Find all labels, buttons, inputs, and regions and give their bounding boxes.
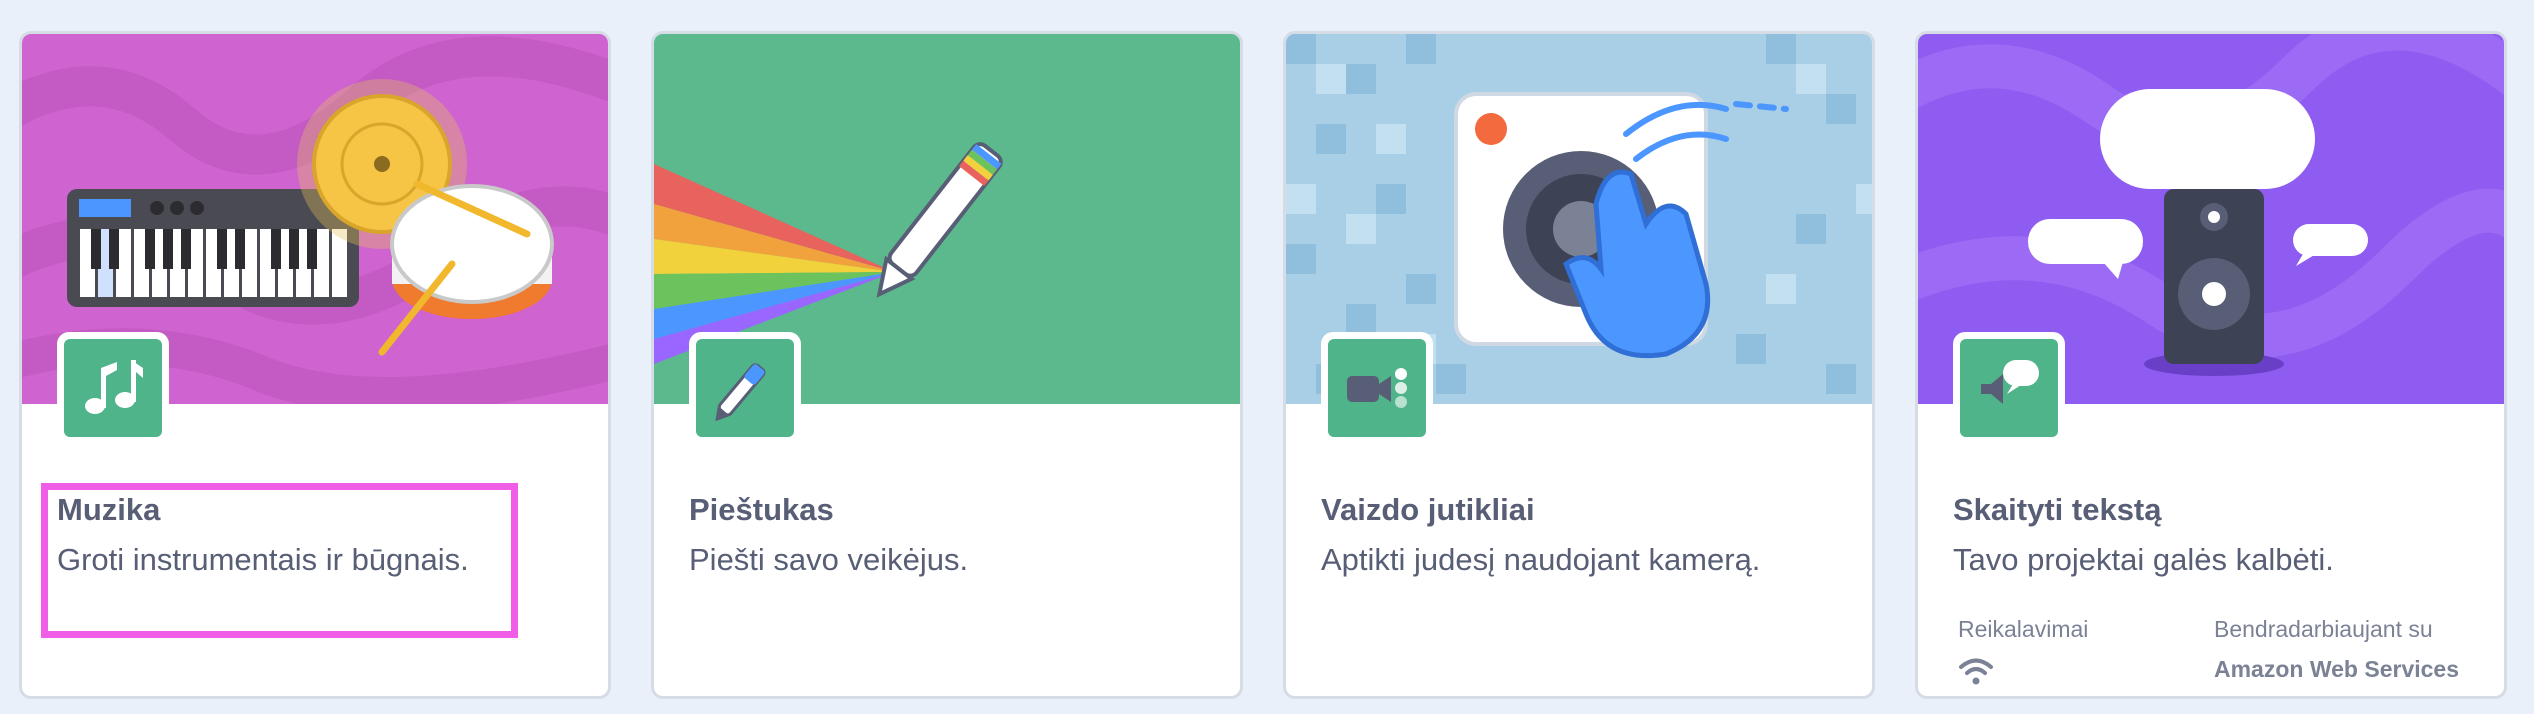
pen-icon	[696, 339, 794, 437]
extension-icon-tile	[689, 332, 801, 444]
extension-title: Skaityti tekstą	[1953, 492, 2162, 527]
extension-card-video-sensing[interactable]: Vaizdo jutikliai Aptikti judesį naudojan…	[1283, 31, 1875, 699]
extension-card-music[interactable]: Muzika Groti instrumentais ir būgnais.	[19, 31, 611, 699]
extension-icon-tile	[1321, 332, 1433, 444]
partner-name: Amazon Web Services	[2214, 656, 2460, 682]
speech-speaker-icon	[1960, 339, 2058, 437]
requirements-label: Reikalavimai	[1958, 616, 2089, 642]
extension-description: Piešti savo veikėjus.	[689, 542, 969, 577]
extension-description: Aptikti judesį naudojant kamerą.	[1321, 542, 1761, 577]
extension-description: Tavo projektai galės kalbėti.	[1953, 542, 2334, 577]
extension-library: { "cards": [ { "id": "music", "title": "…	[0, 0, 2534, 714]
extension-icon-tile	[57, 332, 169, 444]
extension-card-pen[interactable]: Pieštukas Piešti savo veikėjus.	[651, 31, 1243, 699]
partner-label: Bendradarbiaujant su	[2214, 616, 2433, 642]
wifi-icon	[1958, 656, 1994, 691]
selection-highlight	[41, 483, 518, 638]
video-camera-icon	[1328, 339, 1426, 437]
music-notes-icon	[64, 339, 162, 437]
extension-card-text-to-speech[interactable]: Skaityti tekstą Tavo projektai galės kal…	[1915, 31, 2507, 699]
extension-icon-tile	[1953, 332, 2065, 444]
extension-title: Vaizdo jutikliai	[1321, 492, 1535, 527]
extension-title: Pieštukas	[689, 492, 834, 527]
